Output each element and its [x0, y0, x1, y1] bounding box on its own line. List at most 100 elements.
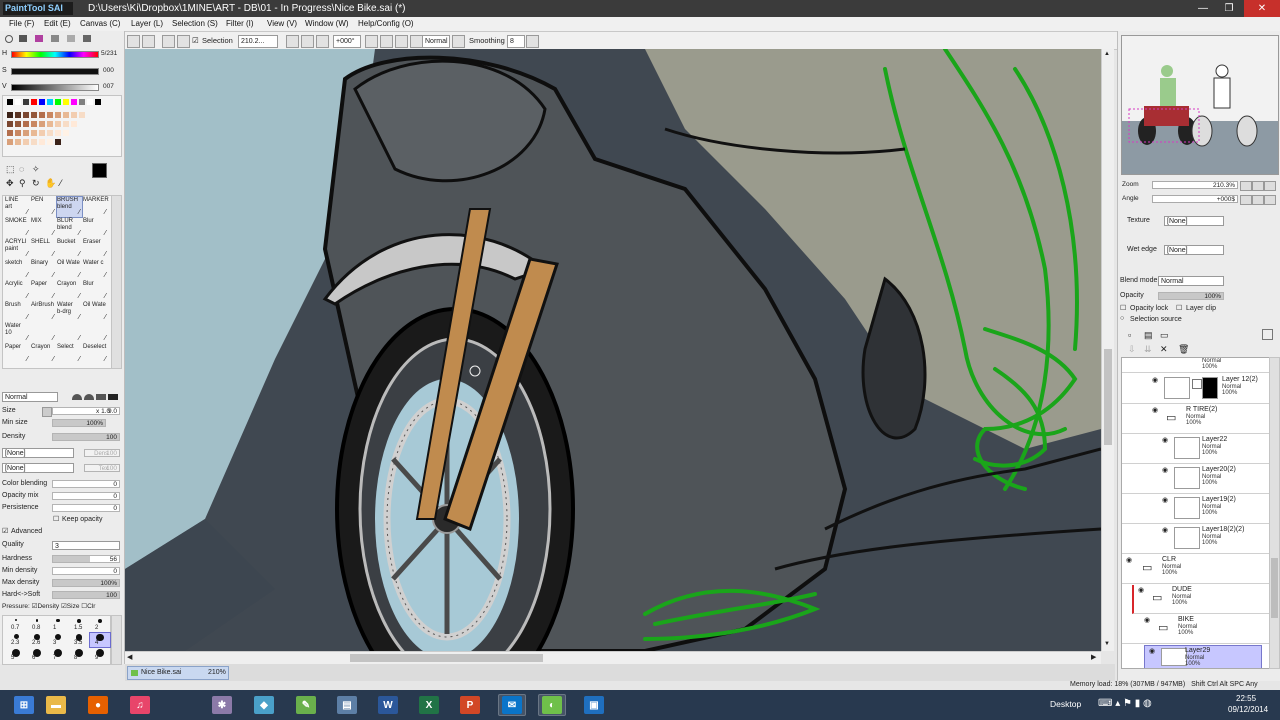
- brush-shape-buttons[interactable]: [70, 392, 120, 402]
- primary-color-swatch[interactable]: [92, 163, 107, 178]
- tray-icons[interactable]: ⌨ ▴ ⚑ ▮ ◍: [1098, 698, 1152, 709]
- brush-size-preset[interactable]: 0.8: [27, 618, 47, 632]
- brush-tool-slot[interactable]: AirBrush ⁄: [31, 302, 56, 322]
- color-swatch[interactable]: [71, 112, 77, 118]
- clear-layer-icon[interactable]: ✕: [1160, 344, 1168, 355]
- menu-edit[interactable]: Edit (E): [44, 18, 71, 30]
- taskbar-app-tool-icon[interactable]: ✱: [208, 694, 236, 716]
- color-swatch[interactable]: [31, 130, 37, 136]
- desktop-toolbar-label[interactable]: Desktop: [1050, 699, 1081, 709]
- scroll-up-icon[interactable]: ▲: [1104, 51, 1110, 57]
- brush-tool-slot[interactable]: Brush ⁄: [5, 302, 30, 322]
- zoom-out-button[interactable]: [286, 35, 299, 48]
- layer-row[interactable]: Normal 100%: [1122, 358, 1270, 373]
- brush-tool-slot[interactable]: Deselect ⁄: [83, 344, 108, 364]
- min-density-slider[interactable]: 0: [52, 567, 120, 575]
- brush-tool-slot[interactable]: ⁄: [31, 323, 56, 343]
- menu-canvas[interactable]: Canvas (C): [80, 18, 120, 30]
- color-swatch[interactable]: [95, 99, 101, 105]
- brush-shape-select[interactable]: [None]: [2, 448, 74, 458]
- selection-source-radio[interactable]: ○: [1120, 315, 1124, 322]
- taskbar-app-firefox-icon[interactable]: ●: [84, 694, 112, 716]
- taskbar-app-excel-icon[interactable]: X: [415, 694, 443, 716]
- taskbar-app-word-icon[interactable]: W: [374, 694, 402, 716]
- color-swatch[interactable]: [15, 130, 21, 136]
- color-swatch[interactable]: [39, 139, 45, 145]
- brush-tool-slot[interactable]: Bucket ⁄: [57, 239, 82, 259]
- saturation-slider[interactable]: [11, 68, 99, 75]
- layer-opacity-slider[interactable]: 100%: [1158, 292, 1224, 300]
- eye-icon[interactable]: ◉: [1162, 437, 1170, 444]
- color-swatch[interactable]: [15, 139, 21, 145]
- color-swatch[interactable]: [55, 139, 61, 145]
- scroll-left-icon[interactable]: ◀: [127, 653, 132, 661]
- color-swatch[interactable]: [55, 112, 61, 118]
- tool-grid-scrollbar[interactable]: [111, 195, 122, 369]
- menu-selection[interactable]: Selection (S): [172, 18, 218, 30]
- brush-size-preset[interactable]: 2: [90, 618, 110, 632]
- brush-tool-slot[interactable]: SHELL ⁄: [31, 239, 56, 259]
- eye-icon[interactable]: ◉: [1152, 407, 1160, 414]
- eye-icon[interactable]: ◉: [1152, 377, 1160, 384]
- view-mode-field[interactable]: Normal: [422, 35, 450, 48]
- hard-soft-slider[interactable]: 100: [52, 591, 120, 599]
- zoom-icon[interactable]: ⚲: [19, 178, 26, 189]
- color-swatch[interactable]: [7, 99, 13, 105]
- brush-blend-mode[interactable]: Normal: [2, 392, 58, 402]
- rotation-field[interactable]: +000°: [333, 35, 361, 48]
- value-slider[interactable]: [11, 84, 99, 91]
- menu-window[interactable]: Window (W): [305, 18, 349, 30]
- stabilizer-button[interactable]: [452, 35, 465, 48]
- color-mode-icons[interactable]: [3, 35, 93, 44]
- hardness-slider[interactable]: 56: [52, 555, 120, 563]
- nav-zoom-out-button[interactable]: [1240, 181, 1252, 191]
- menu-help[interactable]: Help/Config (O): [358, 18, 414, 30]
- vertical-scrollbar[interactable]: ▲ ▼: [1101, 49, 1114, 651]
- taskbar-app-window-icon[interactable]: ▣: [580, 694, 608, 716]
- hue-slider[interactable]: [11, 51, 99, 58]
- color-swatch[interactable]: [23, 139, 29, 145]
- menu-file[interactable]: File (F): [9, 18, 34, 30]
- undo-button[interactable]: [127, 35, 140, 48]
- brush-tool-slot[interactable]: Acrylic ⁄: [5, 281, 30, 301]
- layer-row[interactable]: ◉ Layer18(2)(2) Normal 100%: [1122, 525, 1270, 554]
- color-swatch[interactable]: [7, 139, 13, 145]
- brush-tool-slot[interactable]: LINE art ⁄: [5, 197, 30, 217]
- layer-row[interactable]: ◉ Layer22 Normal 100%: [1122, 435, 1270, 464]
- layer-row[interactable]: ◉ Layer20(2) Normal 100%: [1122, 465, 1270, 494]
- zoom-in-button[interactable]: [301, 35, 314, 48]
- color-swatch[interactable]: [31, 121, 37, 127]
- color-swatch[interactable]: [71, 99, 77, 105]
- eye-icon[interactable]: ◉: [1162, 527, 1170, 534]
- scroll-right-icon[interactable]: ▶: [1091, 653, 1096, 661]
- layer-row[interactable]: ◉ ▭ CLR Normal 100%: [1122, 555, 1270, 584]
- taskbar-app-document-icon[interactable]: ▤: [333, 694, 361, 716]
- color-swatch[interactable]: [23, 130, 29, 136]
- max-density-slider[interactable]: 100%: [52, 579, 120, 587]
- brush-size-preset[interactable]: 3.5: [69, 633, 89, 647]
- brush-size-preset[interactable]: 5: [6, 648, 26, 662]
- color-swatch[interactable]: [63, 112, 69, 118]
- eye-icon[interactable]: ◉: [1149, 648, 1157, 655]
- brush-tool-slot[interactable]: MARKER ⁄: [83, 197, 109, 217]
- merge-down-icon[interactable]: ⇊: [1144, 344, 1152, 355]
- menu-filter[interactable]: Filter (I): [226, 18, 254, 30]
- color-swatch[interactable]: [31, 112, 37, 118]
- taskbar-app-itunes-icon[interactable]: ♫: [126, 694, 154, 716]
- layer-row[interactable]: ◉ ▭ BIKE Normal 100%: [1122, 615, 1270, 644]
- opacity-lock-checkbox[interactable]: ☐: [1120, 304, 1126, 312]
- rotate-reset-button[interactable]: [395, 35, 408, 48]
- taskbar-app-file-explorer-icon[interactable]: ▬: [42, 694, 70, 716]
- deselect-button[interactable]: [162, 35, 175, 48]
- brush-tool-slot[interactable]: Binary ⁄: [31, 260, 56, 280]
- color-swatch[interactable]: [23, 99, 29, 105]
- layer-blend-select[interactable]: Normal: [1158, 276, 1224, 286]
- brush-tool-slot[interactable]: Water 10 ⁄: [5, 323, 30, 343]
- rotate-right-button[interactable]: [380, 35, 393, 48]
- size-slider[interactable]: x 1.0 9.0: [52, 407, 120, 415]
- quality-select[interactable]: 3: [52, 541, 120, 550]
- color-swatch[interactable]: [47, 99, 53, 105]
- taskbar-app-mail-icon[interactable]: ✉: [498, 694, 526, 716]
- eyedropper-icon[interactable]: ⁄: [60, 178, 62, 188]
- brush-shape-icon-2[interactable]: [84, 394, 94, 400]
